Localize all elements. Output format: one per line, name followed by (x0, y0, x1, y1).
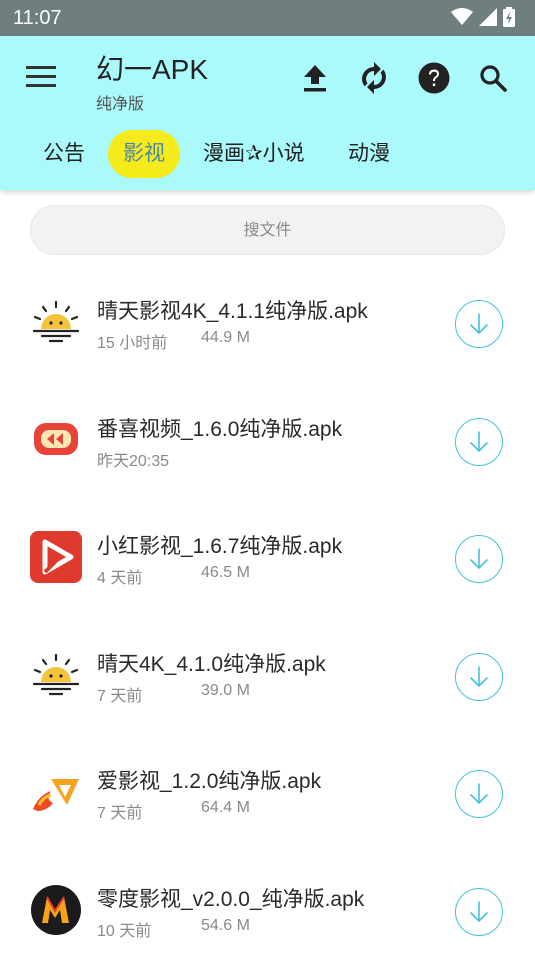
help-button[interactable] (416, 60, 452, 96)
file-size: 64.4 M (201, 799, 250, 817)
download-arrow-icon (468, 312, 490, 336)
search-icon (479, 64, 507, 92)
m-logo-icon (29, 883, 83, 937)
fanxi-play-icon (29, 413, 83, 467)
file-size: 54.6 M (201, 917, 250, 935)
file-name: 晴天4K_4.1.0纯净版.apk (97, 648, 326, 678)
tab-video[interactable]: 影视 (108, 130, 180, 178)
list-item[interactable]: 晴天影视4K_4.1.1纯净版.apk 15 小时前 44.9 M (0, 264, 535, 382)
app-subtitle: 纯净版 (96, 90, 144, 114)
download-button[interactable] (455, 535, 503, 583)
status-icons (451, 7, 515, 27)
list-item[interactable]: 零度影视_v2.0.0_纯净版.apk 10 天前 54.6 M (0, 852, 535, 969)
tab-comic-novel[interactable]: 漫画✰小说 (203, 130, 305, 178)
file-time: 4 天前 (97, 564, 142, 588)
battery-icon (503, 7, 515, 27)
refresh-icon (359, 62, 389, 94)
download-button[interactable] (455, 418, 503, 466)
file-name: 晴天影视4K_4.1.1纯净版.apk (97, 295, 368, 325)
list-item[interactable]: 晴天4K_4.1.0纯净版.apk 7 天前 39.0 M (0, 617, 535, 735)
app-bar: 幻一APK 纯净版 公告 影视 漫画✰小说 动漫 (0, 36, 535, 190)
help-icon (418, 62, 450, 94)
download-button[interactable] (455, 653, 503, 701)
download-arrow-icon (468, 665, 490, 689)
sun-icon (29, 648, 83, 702)
file-list: 晴天影视4K_4.1.1纯净版.apk 15 小时前 44.9 M 番喜视频_1… (0, 264, 535, 969)
file-name: 番喜视频_1.6.0纯净版.apk (97, 413, 342, 443)
sun-icon (29, 295, 83, 349)
download-arrow-icon (468, 547, 490, 571)
wifi-icon (451, 8, 473, 26)
upload-button[interactable] (297, 60, 333, 96)
file-name: 爱影视_1.2.0纯净版.apk (97, 765, 321, 795)
file-time: 10 天前 (97, 917, 151, 941)
download-button[interactable] (455, 300, 503, 348)
status-time: 11:07 (13, 7, 62, 29)
download-arrow-icon (468, 430, 490, 454)
file-time: 7 天前 (97, 682, 142, 706)
menu-icon[interactable] (26, 66, 56, 90)
file-size: 39.0 M (201, 682, 250, 700)
file-size: 46.5 M (201, 564, 250, 582)
search-input[interactable]: 搜文件 (30, 205, 505, 255)
file-time: 昨天20:35 (97, 447, 169, 471)
download-arrow-icon (468, 900, 490, 924)
file-name: 零度影视_v2.0.0_纯净版.apk (97, 883, 364, 913)
flame-play-icon (29, 765, 83, 819)
signal-icon (479, 8, 497, 26)
list-item[interactable]: 番喜视频_1.6.0纯净版.apk 昨天20:35 (0, 382, 535, 500)
app-title: 幻一APK (96, 48, 208, 88)
file-size: 44.9 M (201, 329, 250, 347)
download-button[interactable] (455, 770, 503, 818)
list-item[interactable]: 小红影视_1.6.7纯净版.apk 4 天前 46.5 M (0, 499, 535, 617)
status-bar: 11:07 (0, 0, 535, 36)
tab-bar: 公告 影视 漫画✰小说 动漫 (0, 130, 535, 180)
list-item[interactable]: 爱影视_1.2.0纯净版.apk 7 天前 64.4 M (0, 734, 535, 852)
file-time: 7 天前 (97, 799, 142, 823)
file-time: 15 小时前 (97, 329, 167, 353)
tab-announcement[interactable]: 公告 (43, 130, 85, 178)
tab-anime[interactable]: 动漫 (348, 130, 390, 178)
refresh-button[interactable] (356, 60, 392, 96)
red-play-icon (29, 530, 83, 584)
upload-icon (302, 64, 328, 92)
download-button[interactable] (455, 888, 503, 936)
search-button[interactable] (475, 60, 511, 96)
download-arrow-icon (468, 782, 490, 806)
file-name: 小红影视_1.6.7纯净版.apk (97, 530, 342, 560)
